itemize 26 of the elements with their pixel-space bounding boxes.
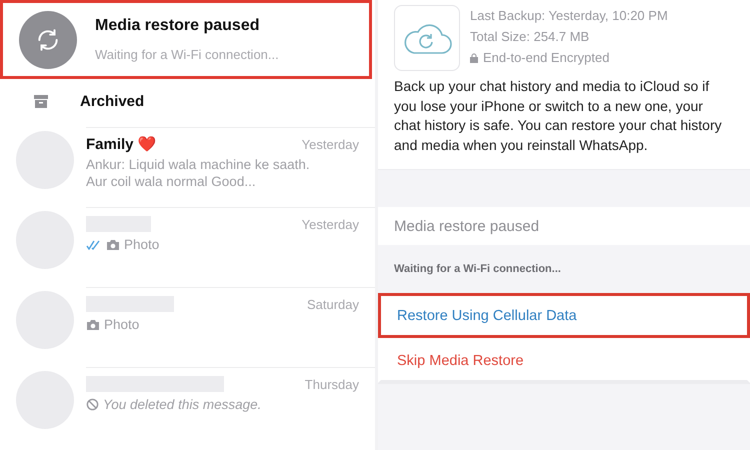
backup-description: Back up your chat history and media to iCloud so if you lose your iPhone or switch to a new one, your chat history is safe. You can restore your chat history and media when you reinstall WhatsApp. bbox=[393, 77, 723, 155]
message-preview: Photo bbox=[86, 316, 314, 333]
restore-banner[interactable]: Media restore paused Waiting for a Wi-Fi connection... bbox=[0, 0, 372, 79]
chat-name: Family ❤ bbox=[86, 135, 157, 153]
message-preview: Photo bbox=[86, 236, 314, 253]
chat-time: Thursday bbox=[304, 376, 359, 392]
chat-time: Saturday bbox=[306, 296, 359, 312]
last-backup: Last Backup: Yesterday, 10:20 PM bbox=[470, 7, 668, 25]
encryption-label: End-to-end Encrypted bbox=[483, 49, 610, 67]
camera-icon bbox=[86, 318, 100, 330]
message-preview: Ankur: Liquid wala machine ke saath. Aur coil wala normal Good... bbox=[86, 156, 311, 190]
action-button[interactable]: Restore Using Cellular Data bbox=[378, 293, 750, 338]
banner-title: Media restore paused bbox=[95, 17, 260, 35]
lock-icon bbox=[470, 52, 478, 62]
banner-subtitle: Waiting for a Wi-Fi connection... bbox=[95, 47, 279, 62]
archived-link[interactable]: Archived bbox=[80, 92, 144, 110]
chat-time: Yesterday bbox=[302, 136, 359, 152]
camera-icon bbox=[106, 238, 120, 250]
chat-time: Yesterday bbox=[302, 216, 359, 232]
total-size: Total Size: 254.7 MB bbox=[470, 28, 590, 46]
message-preview: You deleted this message. bbox=[86, 396, 314, 413]
status-detail: Waiting for a Wi-Fi connection... bbox=[394, 263, 561, 275]
status-title: Media restore paused bbox=[394, 218, 540, 234]
prohibited-icon bbox=[86, 398, 99, 411]
archive-icon bbox=[34, 94, 48, 108]
double-check-icon bbox=[86, 240, 102, 250]
